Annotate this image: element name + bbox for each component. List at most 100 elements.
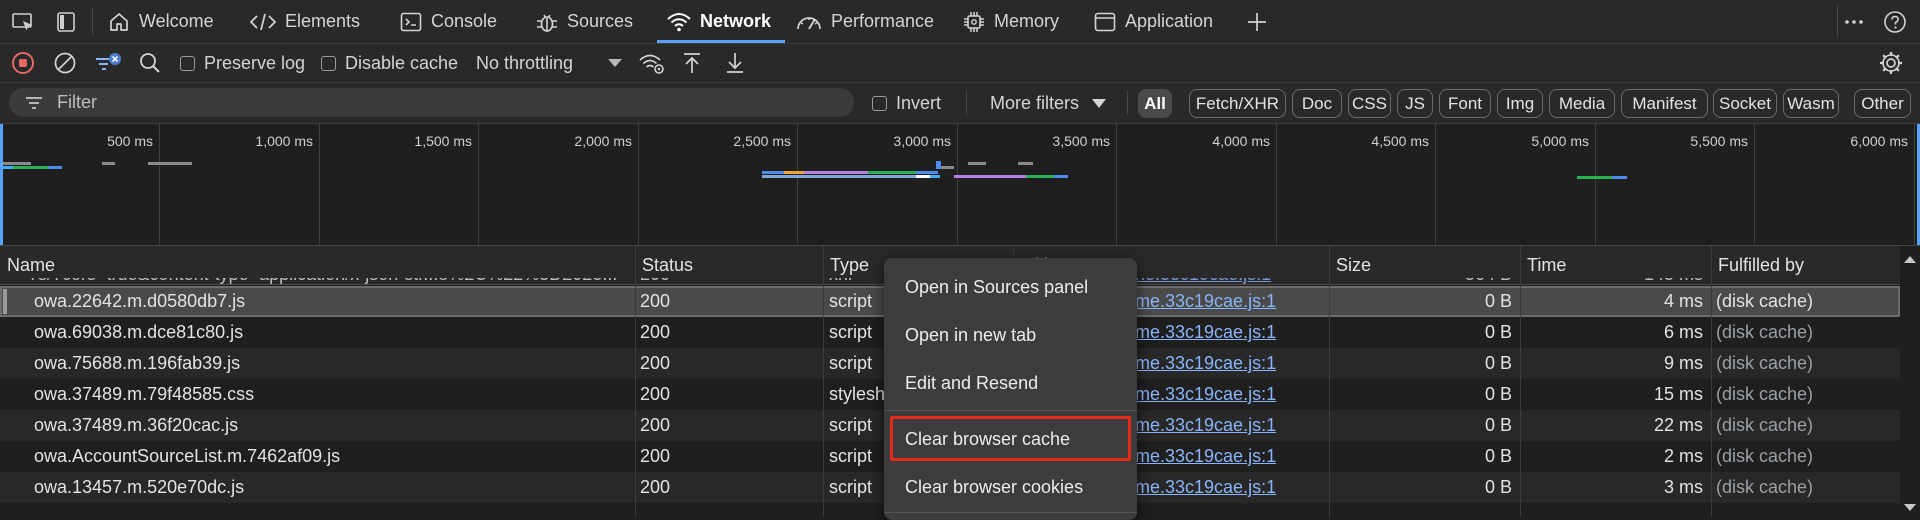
filter-type-img[interactable]: Img [1497,89,1543,118]
request-status: 200 [640,291,671,311]
filter-icon [26,96,42,109]
filter-type-manifest[interactable]: Manifest [1621,89,1708,118]
tab-console[interactable]: Console [399,0,497,43]
table-scrollbar[interactable] [1900,246,1920,517]
tab-application[interactable]: Application [1093,0,1213,43]
request-time: 3 ms [1663,477,1703,497]
timeline-tick-label: 6,000 ms [1850,133,1908,149]
request-initiator[interactable]: me.33c19cae.js:1 [1135,379,1325,410]
filter-type-css[interactable]: CSS [1348,89,1391,118]
tab-label: Performance [831,11,935,31]
menu-item-open-in-new-tab[interactable]: Open in new tab [884,314,1137,356]
menu-item-open-in-sources[interactable]: Open in Sources panel [884,266,1137,308]
more-filters-label: More filters [990,92,1080,113]
help-icon[interactable] [1880,7,1910,37]
request-initiator[interactable]: me.33c19cae.js:1 [1135,286,1325,317]
request-time: 2 ms [1663,446,1703,466]
request-initiator[interactable]: me.33c19cae.js:1 [1135,317,1325,348]
filter-input[interactable]: Filter [9,88,854,117]
preserve-log-label: Preserve log [204,52,306,73]
filter-separator [1127,91,1128,115]
tab-label: Elements [285,11,361,31]
request-initiator[interactable]: ne.33c19cae.js:1 [1135,278,1325,286]
column-divider[interactable] [635,246,636,517]
timeline-gridline [1435,124,1436,245]
filter-type-fetch-xhr[interactable]: Fetch/XHR [1189,89,1286,118]
chevron-down-icon[interactable] [600,48,630,78]
download-icon[interactable] [720,48,750,78]
selection-marker [3,289,7,314]
timeline-gridline [797,124,798,245]
filter-type-socket[interactable]: Socket [1713,89,1777,118]
filter-type-doc[interactable]: Doc [1292,89,1342,118]
inspect-element-icon[interactable] [8,7,38,37]
tab-welcome[interactable]: Welcome [107,0,214,43]
request-status: 200 [640,446,671,466]
tab-network[interactable]: Network [666,0,771,43]
filter-placeholder: Filter [57,92,97,112]
more-options-icon[interactable] [1839,7,1869,37]
throttling-value: No throttling [476,52,574,73]
request-name: owa.22642.m.d0580db7.js [34,291,246,311]
timeline-tick-label: 4,000 ms [1212,133,1270,149]
search-icon[interactable] [135,48,165,78]
filter-bar: Filter Invert More filters All Fetch/XHR… [0,83,1920,124]
filter-type-other[interactable]: Other [1854,89,1911,118]
request-status: 200 [640,415,671,435]
clear-icon[interactable] [50,48,80,78]
throttling-select[interactable]: No throttling [476,44,573,82]
request-initiator[interactable]: me.33c19cae.js:1 [1135,441,1325,472]
column-divider[interactable] [1711,246,1712,517]
network-overview-timeline[interactable]: 500 ms 1,000 ms 1,500 ms 2,000 ms 2,500 … [0,124,1920,246]
filter-toggle-icon[interactable] [93,48,123,78]
request-time: 15 ms [1653,384,1703,404]
scroll-up-icon[interactable] [1900,252,1920,268]
preserve-log-checkbox[interactable]: Preserve log [180,44,305,82]
timeline-request-bar [148,162,192,165]
filter-type-js[interactable]: JS [1397,89,1433,118]
timeline-tick-label: 1,500 ms [414,133,472,149]
settings-gear-icon[interactable] [1876,48,1906,78]
timeline-request-bar [968,162,986,165]
request-fulfilled-by: (disk cache) [1716,353,1814,373]
request-initiator[interactable]: me.33c19cae.js:1 [1135,410,1325,441]
timeline-tick-label: 4,500 ms [1371,133,1429,149]
chevron-down-icon [1092,98,1107,108]
tab-performance[interactable]: Performance [795,0,934,43]
device-toolbar-icon[interactable] [51,7,81,37]
more-filters-dropdown[interactable]: More filters [990,83,1107,123]
tab-label: Sources [567,11,634,31]
request-time: 9 ms [1663,353,1703,373]
record-icon[interactable] [8,48,38,78]
disable-cache-checkbox[interactable]: Disable cache [321,44,458,82]
tab-elements[interactable]: Elements [249,0,360,43]
request-initiator[interactable]: me.33c19cae.js:1 [1135,348,1325,379]
upload-icon[interactable] [677,48,707,78]
add-tab-icon[interactable] [1242,7,1272,37]
request-size: 0 B [1484,384,1512,404]
filter-type-wasm[interactable]: Wasm [1783,89,1839,118]
column-divider[interactable] [1329,246,1330,517]
checkbox-box [180,55,195,71]
timeline-tick-label: 5,500 ms [1690,133,1748,149]
scroll-down-icon[interactable] [1900,500,1920,516]
tab-sources[interactable]: Sources [535,0,633,43]
timeline-request-bar [1612,176,1627,179]
tab-memory[interactable]: Memory [962,0,1059,43]
timeline-tick-label: 2,500 ms [733,133,791,149]
request-name: owa.37489.m.79f48585.css [34,384,255,404]
invert-label: Invert [896,92,942,113]
invert-checkbox[interactable]: Invert [872,83,941,123]
request-initiator[interactable]: me.33c19cae.js:1 [1135,472,1325,503]
column-divider[interactable] [1520,246,1521,517]
menu-separator [884,410,1137,411]
filter-type-font[interactable]: Font [1439,89,1491,118]
filter-type-media[interactable]: Media [1549,89,1615,118]
filter-type-all[interactable]: All [1138,89,1172,118]
timeline-start-handle[interactable] [0,124,3,245]
menu-item-edit-and-resend[interactable]: Edit and Resend [884,362,1137,404]
network-conditions-icon[interactable] [637,48,667,78]
menu-item-clear-browser-cookies[interactable]: Clear browser cookies [884,466,1137,508]
column-divider[interactable] [823,246,824,517]
timeline-tick-label: 1,000 ms [255,133,313,149]
